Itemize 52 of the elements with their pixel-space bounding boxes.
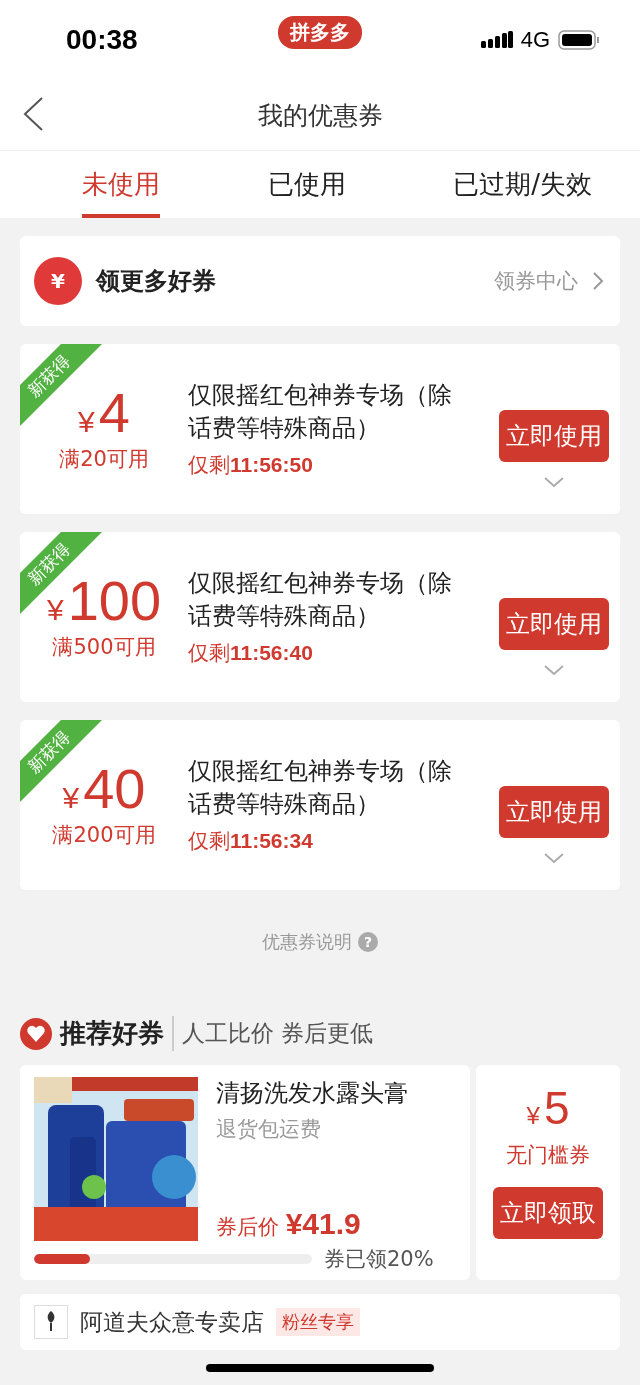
time-remaining: 仅剩11:56:34 [188, 828, 314, 855]
coupon-amount: 40 [83, 761, 146, 817]
currency-symbol: ¥ [46, 593, 64, 627]
use-now-button[interactable]: 立即使用 [499, 786, 609, 838]
store-logo-icon [34, 1305, 68, 1339]
coupon-condition: 满20可用 [59, 446, 149, 473]
recommend-title: 推荐好券 [60, 1016, 174, 1051]
tab[interactable]: 已过期/失效 [453, 151, 592, 218]
network-label: 4G [520, 27, 550, 53]
coupon-condition: 满200可用 [52, 822, 156, 849]
signal-icon [480, 31, 513, 49]
coupon-type: 无门槛券 [506, 1142, 590, 1169]
status-time: 00:38 [66, 24, 138, 56]
coupon-title: 仅限摇红包神券专场（除话费等特殊商品） [188, 568, 453, 632]
coupon-explanation-link[interactable]: 优惠券说明 [262, 930, 352, 954]
store-name: 阿道夫众意专卖店 [80, 1307, 264, 1337]
coupon-amount: 100 [67, 573, 162, 629]
product-card[interactable]: 清扬洗发水露头膏 退货包运费 券后价 ¥41.9 券已领20% [20, 1065, 470, 1280]
product-name: 清扬洗发水露头膏 [216, 1078, 408, 1109]
claim-now-button[interactable]: 立即领取 [493, 1187, 603, 1239]
coupon-center-link[interactable]: 领券中心 [494, 267, 578, 295]
page-title: 我的优惠券 [257, 99, 383, 132]
store-card[interactable]: 阿道夫众意专卖店 粉丝专享 [20, 1294, 620, 1350]
recommend-subtitle: 人工比价 券后更低 [182, 1019, 374, 1048]
claimed-percent: 券已领20% [324, 1246, 434, 1273]
chevron-down-icon[interactable] [543, 664, 565, 676]
coupon-title: 仅限摇红包神券专场（除话费等特殊商品） [188, 380, 453, 444]
chevron-down-icon[interactable] [543, 852, 565, 864]
use-now-button[interactable]: 立即使用 [499, 410, 609, 462]
coupon-amount: 5 [543, 1085, 570, 1131]
coupon-title: 仅限摇红包神券专场（除话费等特殊商品） [188, 756, 453, 820]
return-shipping-note: 退货包运费 [216, 1116, 322, 1143]
tab[interactable]: 未使用 [82, 151, 160, 218]
fans-exclusive-tag: 粉丝专享 [276, 1308, 360, 1336]
time-remaining: 仅剩11:56:50 [188, 452, 314, 479]
app-badge: 拼多多 [278, 16, 362, 49]
coupon-icon: ¥ [34, 257, 82, 305]
use-now-button[interactable]: 立即使用 [499, 598, 609, 650]
coupon-amount: 4 [98, 385, 130, 441]
currency-symbol: ¥ [62, 781, 80, 815]
get-more-label: 领更多好券 [96, 266, 217, 297]
time-remaining: 仅剩11:56:40 [188, 640, 314, 667]
battery-icon [558, 30, 600, 50]
coupon-condition: 满500可用 [52, 634, 156, 661]
get-more-card[interactable]: ¥ 领更多好券 领券中心 [20, 236, 620, 326]
price-after-coupon: 券后价 ¥41.9 [216, 1207, 362, 1241]
back-icon[interactable] [22, 96, 44, 132]
currency-symbol: ¥ [78, 405, 95, 439]
tab[interactable]: 已使用 [267, 151, 346, 218]
chevron-down-icon[interactable] [543, 476, 565, 488]
chevron-right-icon [592, 271, 604, 291]
currency-symbol: ¥ [526, 1102, 540, 1130]
